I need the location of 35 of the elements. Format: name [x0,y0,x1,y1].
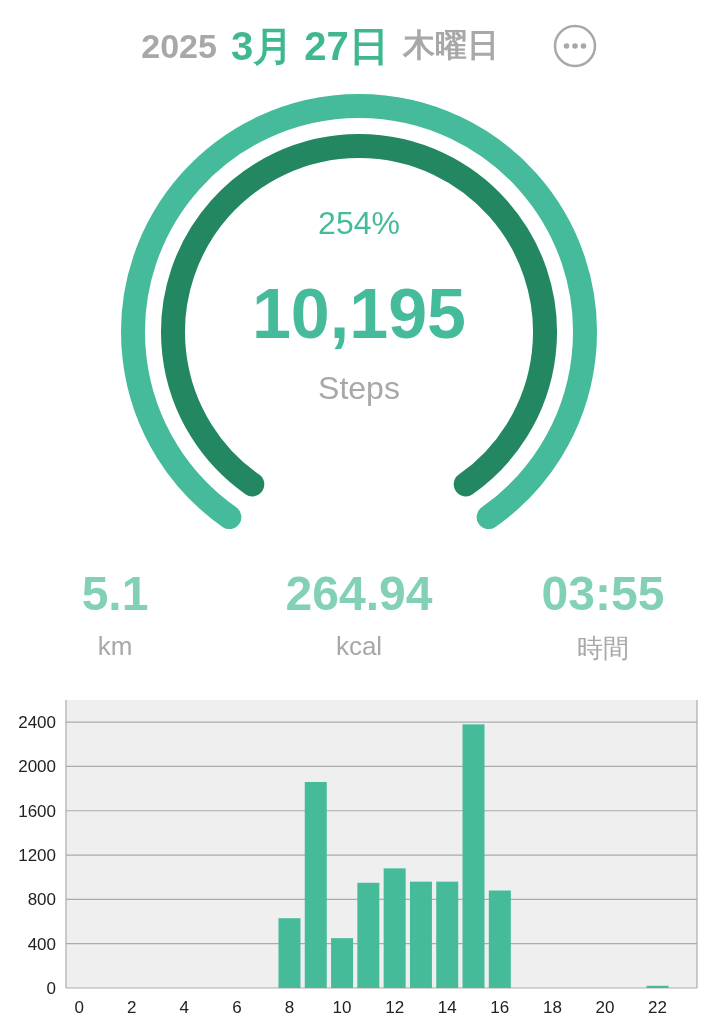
bar [646,985,669,988]
y-tick-label: 0 [46,979,56,998]
steps-label: Steps [318,370,400,406]
bar [331,938,354,988]
x-tick-label: 6 [232,998,242,1017]
x-tick-label: 12 [385,998,405,1017]
y-tick-label: 2000 [18,757,56,777]
stat-unit: km [97,631,133,662]
x-tick-label: 14 [437,998,457,1017]
x-tick-label: 18 [542,998,562,1017]
x-tick-label: 16 [490,998,510,1017]
percent-text: 254% [318,205,400,241]
step-count: 10,195 [251,275,467,353]
weekday-text: 木曜日 [402,26,499,65]
stat-value: 5.1 [81,566,149,621]
x-tick-label: 4 [179,998,190,1017]
more-icon[interactable] [552,24,597,68]
y-tick-label: 1200 [18,846,56,866]
date-text: 3月 27日 [230,22,389,70]
stat-value: 264.94 [285,566,433,621]
x-tick-label: 22 [648,998,667,1017]
y-tick-label: 400 [27,934,56,954]
bar [278,918,301,988]
stat-unit: 時間 [577,632,629,665]
x-tick-label: 0 [74,998,84,1017]
year-text: 2025 [141,26,217,66]
x-tick-label: 2 [127,998,137,1017]
y-tick-label: 800 [27,890,56,910]
x-tick-label: 10 [332,998,352,1017]
x-tick-label: 8 [284,998,295,1017]
stat-value: 03:55 [541,566,665,621]
y-tick-label: 1600 [18,801,56,821]
x-tick-label: 20 [595,998,615,1017]
stat-unit: kcal [335,631,383,662]
y-tick-label: 2400 [18,713,56,733]
